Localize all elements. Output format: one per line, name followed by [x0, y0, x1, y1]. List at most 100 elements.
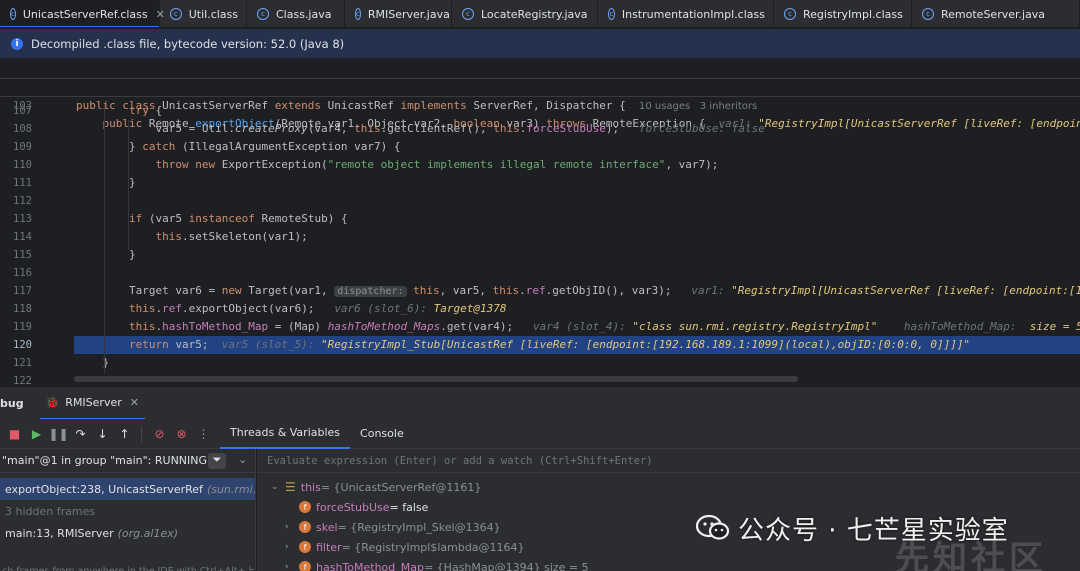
class-file-icon: c: [922, 8, 934, 20]
code-token: throw new: [76, 158, 222, 171]
chevron-right-icon[interactable]: ›: [285, 562, 299, 571]
close-icon[interactable]: ✕: [130, 396, 139, 409]
field-icon: f: [299, 541, 311, 553]
code-line[interactable]: 109 } catch (IllegalArgumentException va…: [0, 138, 1080, 156]
code-token: "class sun.rmi.registry.RegistryImpl": [632, 320, 878, 333]
code-token: "remote object implements illegal remote…: [327, 158, 666, 171]
code-line[interactable]: 121 }: [0, 354, 1080, 372]
mute-breakpoints-icon[interactable]: ⊗: [171, 424, 192, 444]
code-token: , var7);: [665, 158, 719, 171]
code-token: createProxy: [234, 122, 308, 135]
editor-tab[interactable]: c Class.java: [247, 0, 345, 27]
code-line[interactable]: 112: [0, 192, 1080, 210]
code-token: Target(var1,: [248, 284, 335, 297]
variable-row[interactable]: f forceStubUse = false: [285, 497, 428, 517]
code-token: Target var6 =: [76, 284, 222, 297]
step-into-icon[interactable]: ↓: [92, 424, 113, 444]
code-line[interactable]: 114 this.setSkeleton(var1);: [0, 228, 1080, 246]
debug-session-tab[interactable]: 🐞 RMIServer ✕: [39, 387, 145, 420]
tab-console[interactable]: Console: [350, 419, 414, 449]
breakpoints-icon[interactable]: ⊘: [149, 424, 170, 444]
tab-label: InstrumentationImpl.class: [621, 7, 765, 21]
editor-tab[interactable]: c RMIServer.java: [345, 0, 452, 27]
line-number: 116: [13, 267, 32, 279]
code-token: .: [519, 284, 526, 297]
filter-icon[interactable]: ⏷: [208, 453, 226, 469]
code-line[interactable]: 111 }: [0, 174, 1080, 192]
code-line[interactable]: 117 Target var6 = new Target(var1, dispa…: [0, 282, 1080, 300]
stack-frame[interactable]: 3 hidden frames: [0, 500, 255, 522]
resume-icon[interactable]: ▶: [26, 424, 47, 444]
code-token: catch: [142, 140, 182, 153]
code-token: {: [155, 104, 163, 117]
editor-tab[interactable]: c Util.class: [160, 0, 247, 27]
code-token: .get(var4);: [440, 320, 533, 333]
line-number: 109: [13, 141, 32, 153]
pause-icon[interactable]: ❚❚: [48, 424, 69, 444]
line-number: 113: [13, 213, 32, 225]
evaluate-placeholder: Evaluate expression (Enter) or add a wat…: [267, 454, 653, 467]
code-token: );: [605, 122, 639, 135]
stack-frame[interactable]: exportObject:238, UnicastServerRef (sun.r…: [0, 478, 255, 500]
code-token: ref: [525, 284, 546, 297]
current-execution-line[interactable]: 120 return var5; var5 (slot_5): "Registr…: [13, 336, 1080, 354]
code-text: }: [76, 246, 136, 264]
frame-method: main:13, RMIServer: [5, 526, 114, 540]
step-out-icon[interactable]: ↑: [114, 424, 135, 444]
editor-tab[interactable]: c RegistryImpl.class: [774, 0, 912, 27]
chevron-right-icon[interactable]: ›: [285, 542, 299, 552]
chevron-down-icon[interactable]: ⌄: [238, 453, 247, 466]
variable-row[interactable]: ⌄ ☰ this = {UnicastServerRef@1161}: [271, 477, 481, 497]
variable-row[interactable]: › f hashToMethod_Map = {HashMap@1394} size…: [285, 557, 589, 571]
code-token: = (Map): [268, 320, 328, 333]
tab-label: RegistryImpl.class: [803, 7, 903, 21]
frame-package: (sun.rmi.server): [206, 482, 256, 496]
sticky-class-header[interactable]: 48 public class UnicastServerRef extends…: [0, 61, 1080, 112]
tab-label: Class.java: [276, 7, 332, 21]
code-line[interactable]: 107 try {: [0, 102, 1080, 120]
line-number: 114: [13, 231, 32, 243]
code-text: this.hashToMethod_Map = (Map) hashToMeth…: [76, 318, 1080, 336]
editor-tab[interactable]: c InstrumentationImpl.class: [598, 0, 774, 27]
variable-row[interactable]: › f skel = {RegistryImpl_Skel@1364}: [285, 517, 501, 537]
code-token: }: [76, 176, 136, 189]
tab-threads-variables[interactable]: Threads & Variables: [220, 419, 351, 449]
debug-tabs: Threads & Variables Console: [220, 419, 414, 449]
editor-tab[interactable]: c LocateRegistry.java: [452, 0, 598, 27]
editor-tab[interactable]: c UnicastServerRef.class ✕: [0, 0, 165, 27]
code-token: this: [492, 284, 520, 297]
variable-name: this: [300, 480, 321, 494]
evaluate-expression-field[interactable]: Evaluate expression (Enter) or add a wat…: [257, 449, 1080, 473]
horizontal-scrollbar[interactable]: [74, 376, 798, 382]
variable-row[interactable]: › f filter = {RegistryImpl$lambda@1164}: [285, 537, 525, 557]
code-line[interactable]: 118 this.ref.exportObject(var6); var6 (s…: [0, 300, 1080, 318]
line-number: 117: [13, 285, 32, 297]
chevron-right-icon[interactable]: ›: [285, 522, 299, 532]
sticky-method-header[interactable]: 103 public Remote exportObject(Remote va…: [0, 79, 1080, 130]
code-text: this.ref.exportObject(var6); var6 (slot_…: [76, 300, 507, 318]
stop-icon[interactable]: ■: [4, 424, 25, 444]
debug-session-label: RMIServer: [65, 395, 122, 409]
code-line[interactable]: 116: [0, 264, 1080, 282]
tab-label: RemoteServer.java: [941, 7, 1046, 21]
code-line[interactable]: 115 }: [0, 246, 1080, 264]
line-number: 120: [13, 339, 32, 351]
chevron-down-icon[interactable]: ⌄: [271, 482, 285, 492]
thread-selector[interactable]: "main"@1 in group "main": RUNNING ⏷ ⌄: [0, 449, 255, 473]
code-line[interactable]: 113 if (var5 instanceof RemoteStub) {: [0, 210, 1080, 228]
class-file-icon: c: [462, 8, 474, 20]
step-over-icon[interactable]: ↷: [70, 424, 91, 444]
line-number: 115: [13, 249, 32, 261]
code-token: .getObjID(), var3);: [545, 284, 692, 297]
code-line[interactable]: 119 this.hashToMethod_Map = (Map) hashTo…: [0, 318, 1080, 336]
more-icon[interactable]: ⋮: [193, 424, 214, 444]
code-line[interactable]: 108 var5 = Util.createProxy(var4, this.g…: [0, 120, 1080, 138]
line-number: 119: [13, 321, 32, 333]
code-editor[interactable]: 48 public class UnicastServerRef extends…: [0, 60, 1080, 386]
code-token: , var5,: [439, 284, 493, 297]
code-line[interactable]: 110 throw new ExportException("remote ob…: [0, 156, 1080, 174]
variable-value: = {RegistryImpl_Skel@1364}: [337, 520, 501, 534]
stack-frame[interactable]: main:13, RMIServer (org.al1ex): [0, 522, 255, 544]
editor-tab[interactable]: c RemoteServer.java: [912, 0, 1080, 27]
field-icon: f: [299, 521, 311, 533]
